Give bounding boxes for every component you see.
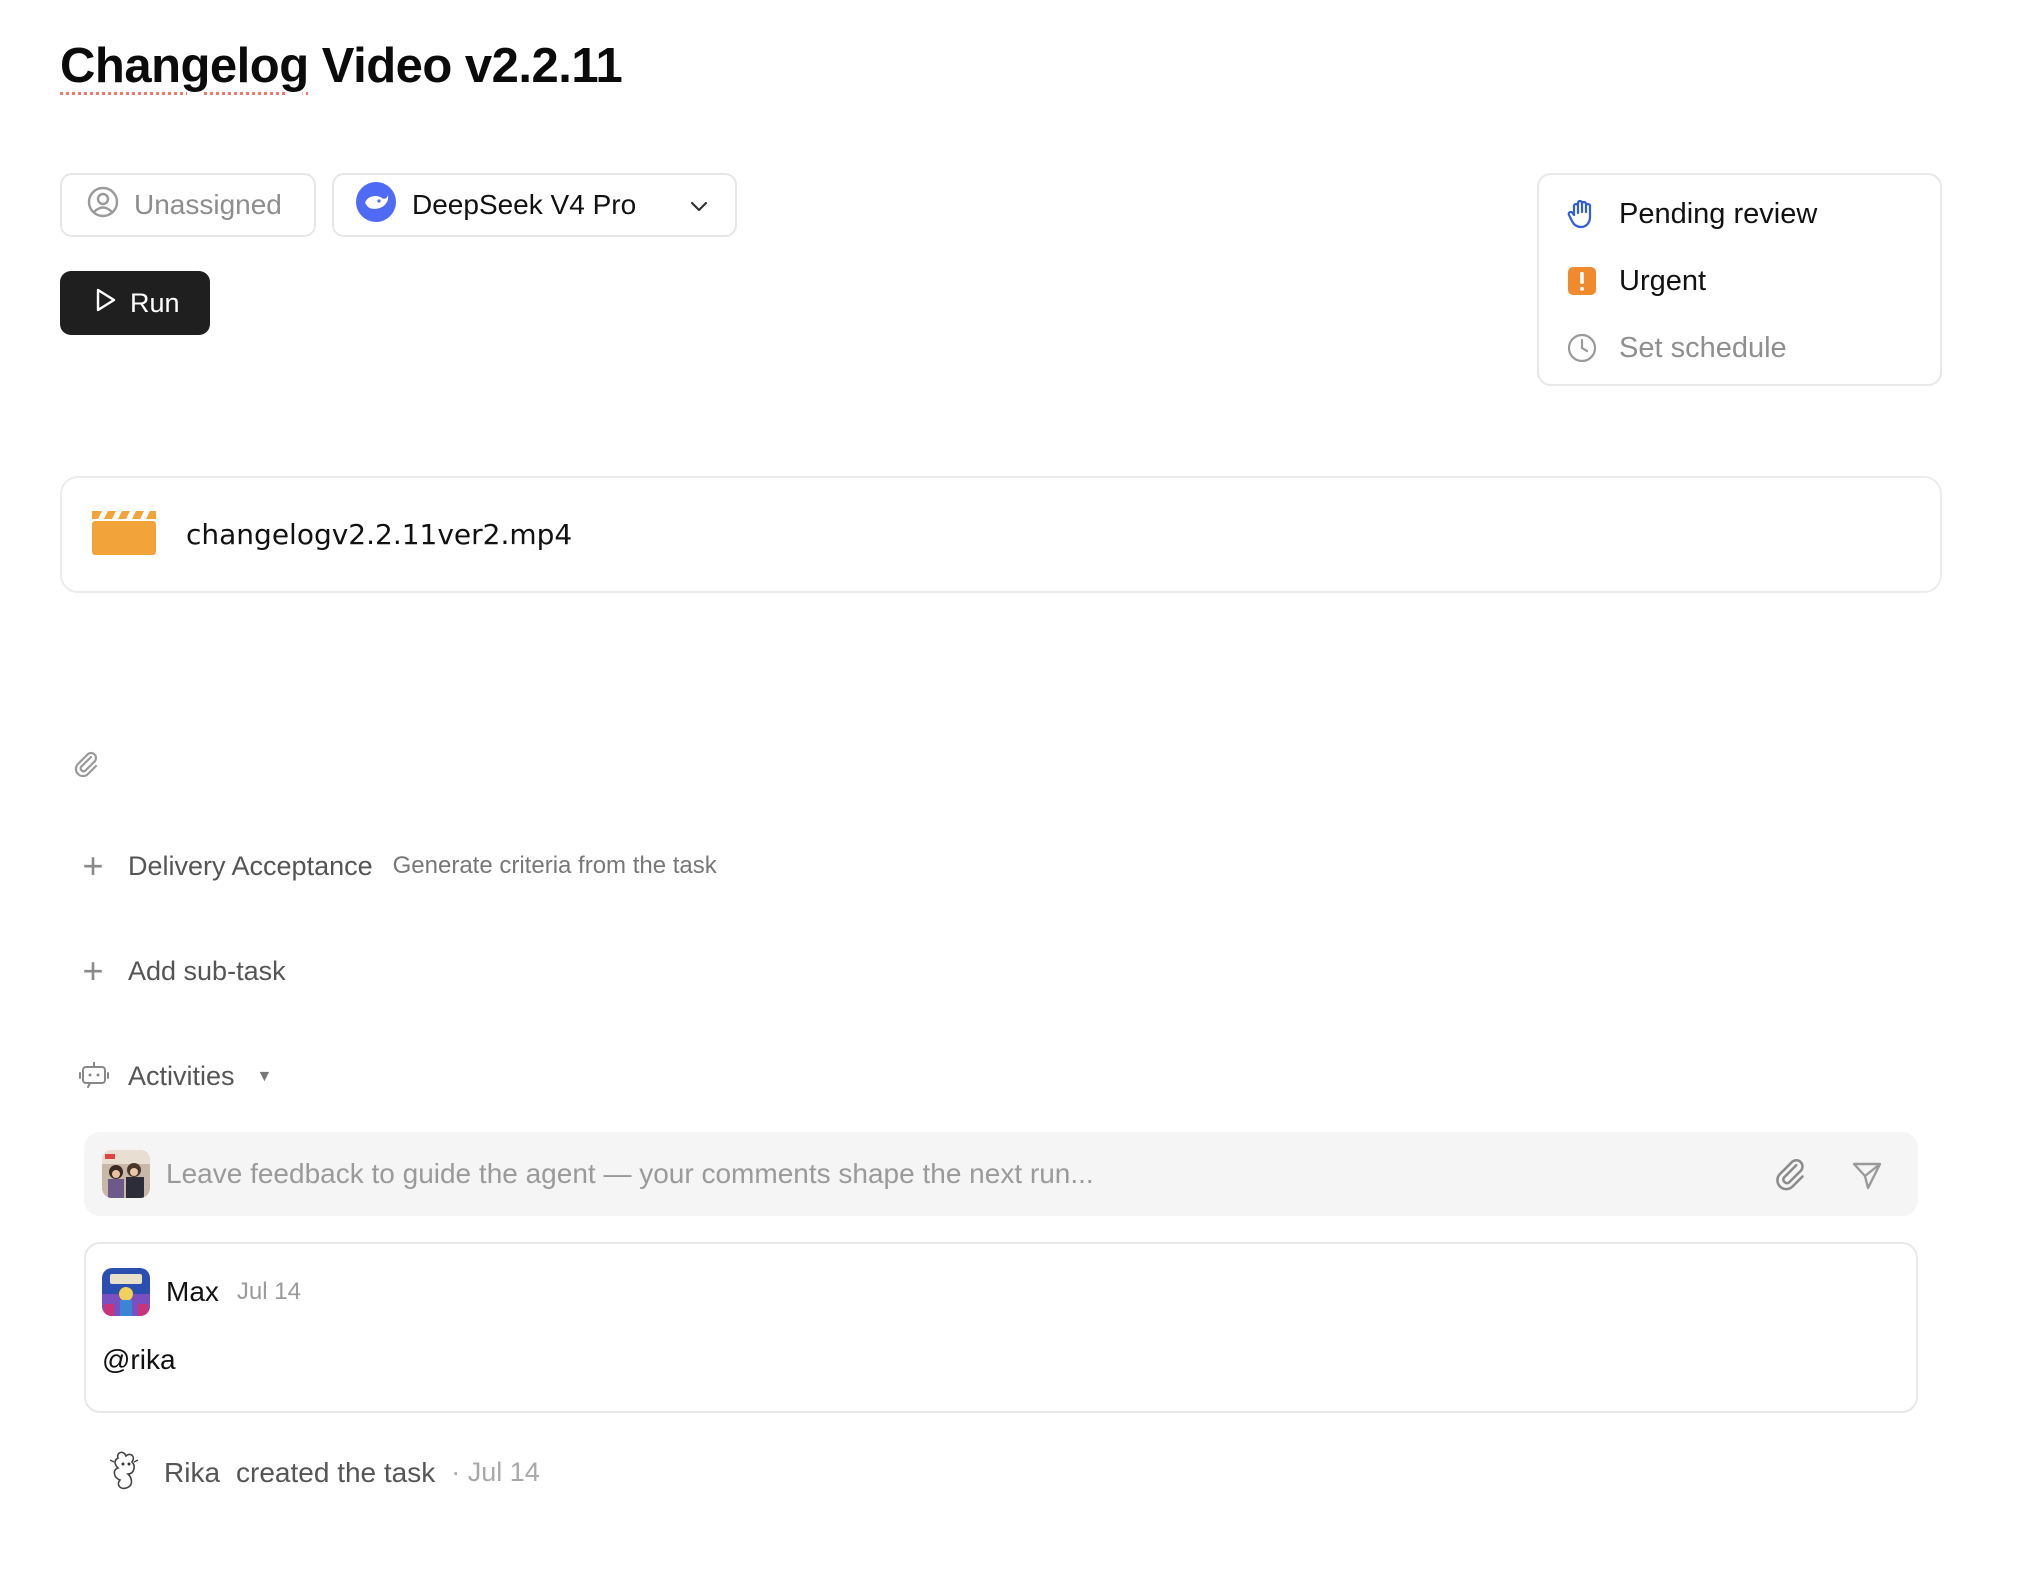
comment-body: @rika <box>102 1344 176 1375</box>
comment-author[interactable]: Max <box>166 1276 219 1308</box>
hand-icon <box>1565 197 1599 231</box>
play-icon <box>92 287 118 320</box>
priority-selector[interactable]: Urgent <box>1565 264 1706 298</box>
activity-actor[interactable]: Rika <box>164 1457 220 1489</box>
assignee-button[interactable]: Unassigned <box>60 173 316 237</box>
current-user-avatar <box>102 1150 150 1198</box>
paperclip-icon[interactable] <box>1770 1154 1810 1199</box>
send-icon[interactable] <box>1850 1158 1884 1197</box>
activities-toggle[interactable]: Activities ▼ <box>78 1058 272 1095</box>
activity-action: created the task <box>236 1456 436 1488</box>
run-button[interactable]: Run <box>60 271 210 335</box>
user-circle-icon <box>86 185 120 226</box>
comment-item: Max Jul 14 @rika <box>84 1242 1918 1413</box>
clapperboard-icon <box>90 507 158 562</box>
status-label: Pending review <box>1619 197 1818 230</box>
priority-label: Urgent <box>1619 264 1707 297</box>
run-label: Run <box>130 287 180 318</box>
comment-date: Jul 14 <box>236 1278 301 1305</box>
attachment-card[interactable]: changelogv2.2.11ver2.mp4 <box>60 476 1942 593</box>
comment-placeholder: Leave feedback to guide the agent — your… <box>166 1158 1094 1189</box>
caret-down-icon: ▼ <box>256 1067 273 1085</box>
paperclip-icon[interactable] <box>70 748 102 785</box>
comment-header: Max Jul 14 <box>102 1268 301 1316</box>
plus-icon: + <box>82 845 104 886</box>
page-title: Changelog Video v2.2.11 <box>60 38 623 94</box>
activity-log-item: Rika created the task · Jul 14 <box>104 1448 540 1497</box>
add-subtask-label: Add sub-task <box>128 955 286 986</box>
activities-label: Activities <box>128 1061 235 1091</box>
rika-avatar <box>104 1448 148 1497</box>
chevron-down-icon <box>687 193 711 225</box>
plus-icon: + <box>82 950 104 991</box>
status-selector[interactable]: Pending review <box>1565 197 1817 231</box>
add-subtask-button[interactable]: + Add sub-task <box>78 950 286 991</box>
max-avatar <box>102 1268 150 1316</box>
delivery-acceptance-button[interactable]: + Delivery Acceptance Generate criteria … <box>78 845 717 886</box>
delivery-acceptance-hint: Generate criteria from the task <box>392 852 717 879</box>
model-label: DeepSeek V4 Pro <box>412 189 637 220</box>
attachment-file-name: changelogv2.2.11ver2.mp4 <box>186 518 573 551</box>
schedule-selector[interactable]: Set schedule <box>1565 331 1787 365</box>
task-properties-panel: Pending review Urgent Set schedule <box>1537 173 1942 386</box>
schedule-label: Set schedule <box>1619 331 1787 364</box>
comment-input[interactable]: Leave feedback to guide the agent — your… <box>84 1132 1918 1216</box>
title-rest: Video v2.2.11 <box>308 39 623 93</box>
delivery-acceptance-label: Delivery Acceptance <box>128 850 373 881</box>
clock-icon <box>1565 331 1599 365</box>
deepseek-whale-icon <box>356 181 396 229</box>
model-select[interactable]: DeepSeek V4 Pro <box>332 173 737 237</box>
assignee-label: Unassigned <box>134 189 282 220</box>
robot-icon <box>78 1058 110 1095</box>
title-misspelled-word: Changelog <box>60 39 309 93</box>
exclamation-square-icon <box>1565 264 1599 298</box>
activity-date: · Jul 14 <box>451 1457 540 1487</box>
